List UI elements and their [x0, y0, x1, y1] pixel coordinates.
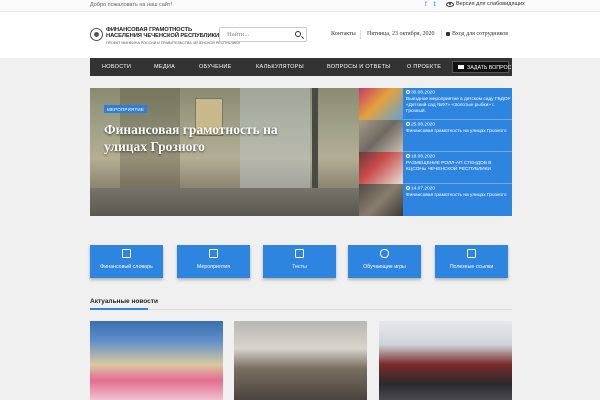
latest-news-title: Актуальные новости	[90, 298, 158, 305]
tile-label: Финансовый словарь	[100, 264, 153, 270]
emblem-icon	[90, 28, 103, 41]
side-news-date: 25.08.2020	[406, 122, 511, 129]
book-icon	[122, 249, 131, 258]
social-links: f 𝕥	[425, 1, 441, 8]
side-news-title: Финансовая грамотность на улицах Грозног…	[406, 128, 507, 134]
search-icon[interactable]	[295, 31, 301, 37]
tile-games[interactable]: Обучающие игры	[348, 245, 421, 278]
facebook-icon[interactable]: f	[425, 2, 427, 8]
side-news-title: Финансовая грамотность на улицах Грозног…	[406, 192, 507, 198]
side-news-item[interactable]: 25.08.2020 Финансовая грамотность на улиц…	[359, 120, 512, 152]
calendar-icon	[209, 249, 218, 258]
side-news-item[interactable]: 14.07.2020 Финансовая грамотность на улиц…	[359, 184, 512, 216]
external-link-icon	[467, 249, 476, 258]
news-card-image[interactable]	[90, 321, 223, 400]
hero-slider[interactable]: МЕРОПРИЯТИЕ Финансовая грамотность на ул…	[90, 88, 359, 216]
logo-line-2: НАСЕЛЕНИЯ ЧЕЧЕНСКОЙ РЕСПУБЛИКИ	[106, 33, 220, 39]
nav-item-education[interactable]: ОБУЧЕНИЕ	[199, 64, 232, 70]
tile-label: Обучающие игры	[363, 264, 406, 270]
side-news-text: 18.08.2020 РАЗМЕЩЕНИЕ РОЛЛ-АП СТЕНДОВ В К…	[406, 154, 511, 173]
current-date: Пятница, 23 октября, 2020	[367, 31, 435, 37]
side-news-item[interactable]: 30.08.2020 Выездное мероприятие в детском…	[359, 88, 512, 120]
news-thumbnail	[359, 152, 403, 184]
contacts-link[interactable]: Контакты	[331, 31, 356, 37]
gamepad-icon	[380, 249, 389, 258]
nav-item-media[interactable]: МЕДИА	[154, 64, 175, 70]
news-card-image[interactable]	[379, 321, 512, 400]
side-news-list: 30.08.2020 Выездное мероприятие в детском…	[359, 88, 512, 216]
site-logo[interactable]: ФИНАНСОВАЯ ГРАМОТНОСТЬ НАСЕЛЕНИЯ ЧЕЧЕНСК…	[90, 25, 240, 47]
ask-question-label: ЗАДАТЬ ВОПРОС	[467, 65, 512, 71]
side-news-date-value: 30.08.2020	[411, 90, 436, 96]
side-news-date-value: 25.08.2020	[411, 122, 436, 128]
side-news-date: 30.08.2020	[406, 90, 511, 97]
tile-useful-links[interactable]: Полезные ссылки	[435, 245, 508, 278]
nav-item-news[interactable]: НОВОСТИ	[102, 64, 131, 70]
clock-icon	[406, 186, 410, 190]
section-divider	[90, 308, 512, 310]
side-news-title: РАЗМЕЩЕНИЕ РОЛЛ-АП СТЕНДОВ В КЦСОНы ЧЕЧЕ…	[406, 160, 492, 172]
nav-item-about[interactable]: О ПРОЕКТЕ	[407, 64, 441, 70]
hero-image-shape	[90, 188, 359, 216]
header-divider	[360, 30, 361, 39]
header-divider	[441, 30, 442, 39]
clock-icon	[406, 122, 410, 126]
main-nav: НОВОСТИ МЕДИА ОБУЧЕНИЕ КАЛЬКУЛЯТОРЫ ВОПР…	[90, 58, 512, 76]
hero-title[interactable]: Финансовая грамотность на улицах Грозног…	[104, 121, 304, 155]
side-news-text: 14.07.2020 Финансовая грамотность на улиц…	[406, 186, 511, 199]
tile-label: Мероприятия	[196, 264, 231, 270]
search-input[interactable]: Найти...	[219, 27, 307, 42]
top-bar: Добро пожаловать на наш сайт! f 𝕥 Версия…	[0, 0, 600, 12]
checklist-icon	[295, 249, 304, 258]
search-placeholder: Найти...	[227, 31, 250, 38]
tile-financial-dictionary[interactable]: Финансовый словарь	[90, 245, 163, 278]
eye-icon	[446, 1, 454, 7]
nav-item-calculators[interactable]: КАЛЬКУЛЯТОРЫ	[256, 64, 304, 70]
news-thumbnail	[359, 120, 403, 152]
staff-login-label: Вход для сотрудников	[452, 31, 509, 37]
side-news-date-value: 14.07.2020	[411, 186, 436, 192]
ask-question-button[interactable]: ЗАДАТЬ ВОПРОС	[452, 61, 512, 73]
side-news-item[interactable]: 18.08.2020 РАЗМЕЩЕНИЕ РОЛЛ-АП СТЕНДОВ В К…	[359, 152, 512, 184]
hero-category-badge[interactable]: МЕРОПРИЯТИЕ	[104, 105, 148, 113]
news-thumbnail	[359, 88, 403, 120]
side-news-date: 18.08.2020	[406, 154, 511, 161]
nav-item-faq[interactable]: ВОПРОСЫ И ОТВЕТЫ	[327, 64, 390, 70]
clock-icon	[406, 90, 410, 94]
staff-login-link[interactable]: Вход для сотрудников	[446, 31, 508, 37]
envelope-icon	[458, 65, 464, 69]
tile-tests[interactable]: Тесты	[263, 245, 336, 278]
side-news-date: 14.07.2020	[406, 186, 511, 193]
news-thumbnail	[359, 184, 403, 216]
impaired-version-label: Версия для слабовидящих	[456, 1, 525, 7]
lock-icon	[446, 31, 450, 36]
side-news-text: 25.08.2020 Финансовая грамотность на улиц…	[406, 122, 511, 135]
side-news-text: 30.08.2020 Выездное мероприятие в детском…	[406, 90, 511, 115]
tile-label: Полезные ссылки	[449, 264, 494, 270]
site-header: ФИНАНСОВАЯ ГРАМОТНОСТЬ НАСЕЛЕНИЯ ЧЕЧЕНСК…	[0, 12, 600, 58]
tile-events[interactable]: Мероприятия	[177, 245, 250, 278]
side-news-title: Выездное мероприятие в детском саду ГБДО…	[406, 96, 511, 115]
welcome-text: Добро пожаловать на наш сайт!	[90, 2, 172, 8]
news-card-image[interactable]	[234, 321, 367, 400]
twitter-icon[interactable]: 𝕥	[433, 2, 436, 8]
side-news-date-value: 18.08.2020	[411, 154, 436, 160]
clock-icon	[406, 154, 410, 158]
tile-label: Тесты	[292, 264, 307, 270]
impaired-version-link[interactable]: Версия для слабовидящих	[446, 1, 525, 7]
